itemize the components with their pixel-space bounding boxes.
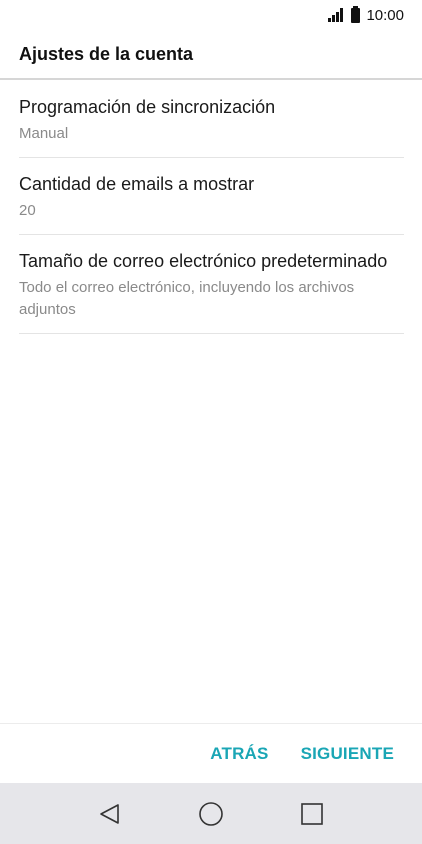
home-circle-icon [199, 801, 223, 826]
back-triangle-icon [100, 803, 120, 824]
nav-home-button[interactable] [186, 789, 236, 839]
settings-list: Programación de sincronización Manual Ca… [0, 82, 422, 334]
setting-value: 20 [19, 202, 36, 219]
setting-emails-to-show[interactable]: Cantidad de emails a mostrar 20 [19, 158, 404, 235]
setting-title: Programación de sincronización [19, 97, 276, 117]
setting-sync-schedule[interactable]: Programación de sincronización Manual [19, 82, 404, 158]
screen: 10:00 Ajustes de la cuenta Programación … [0, 0, 422, 844]
setting-value: Todo el correo electrónico, incluyendo l… [19, 279, 355, 318]
status-bar: 10:00 [0, 0, 422, 30]
page-title: Ajustes de la cuenta [19, 43, 194, 64]
setting-title: Cantidad de emails a mostrar [19, 174, 255, 194]
setting-value: Manual [19, 125, 69, 142]
setting-title: Tamaño de correo electrónico predetermin… [19, 251, 388, 271]
nav-recents-button[interactable] [287, 789, 337, 839]
navigation-bar [0, 783, 422, 844]
nav-back-button[interactable] [85, 789, 135, 839]
back-button[interactable]: ATRÁS [210, 744, 268, 764]
action-bar: ATRÁS SIGUIENTE [0, 723, 422, 783]
recents-square-icon [300, 802, 323, 825]
battery-icon [351, 5, 361, 23]
next-button[interactable]: SIGUIENTE [301, 744, 394, 764]
setting-default-email-size[interactable]: Tamaño de correo electrónico predetermin… [19, 235, 404, 334]
app-header: Ajustes de la cuenta [0, 30, 422, 80]
signal-icon [328, 8, 344, 22]
status-time: 10:00 [366, 6, 404, 24]
